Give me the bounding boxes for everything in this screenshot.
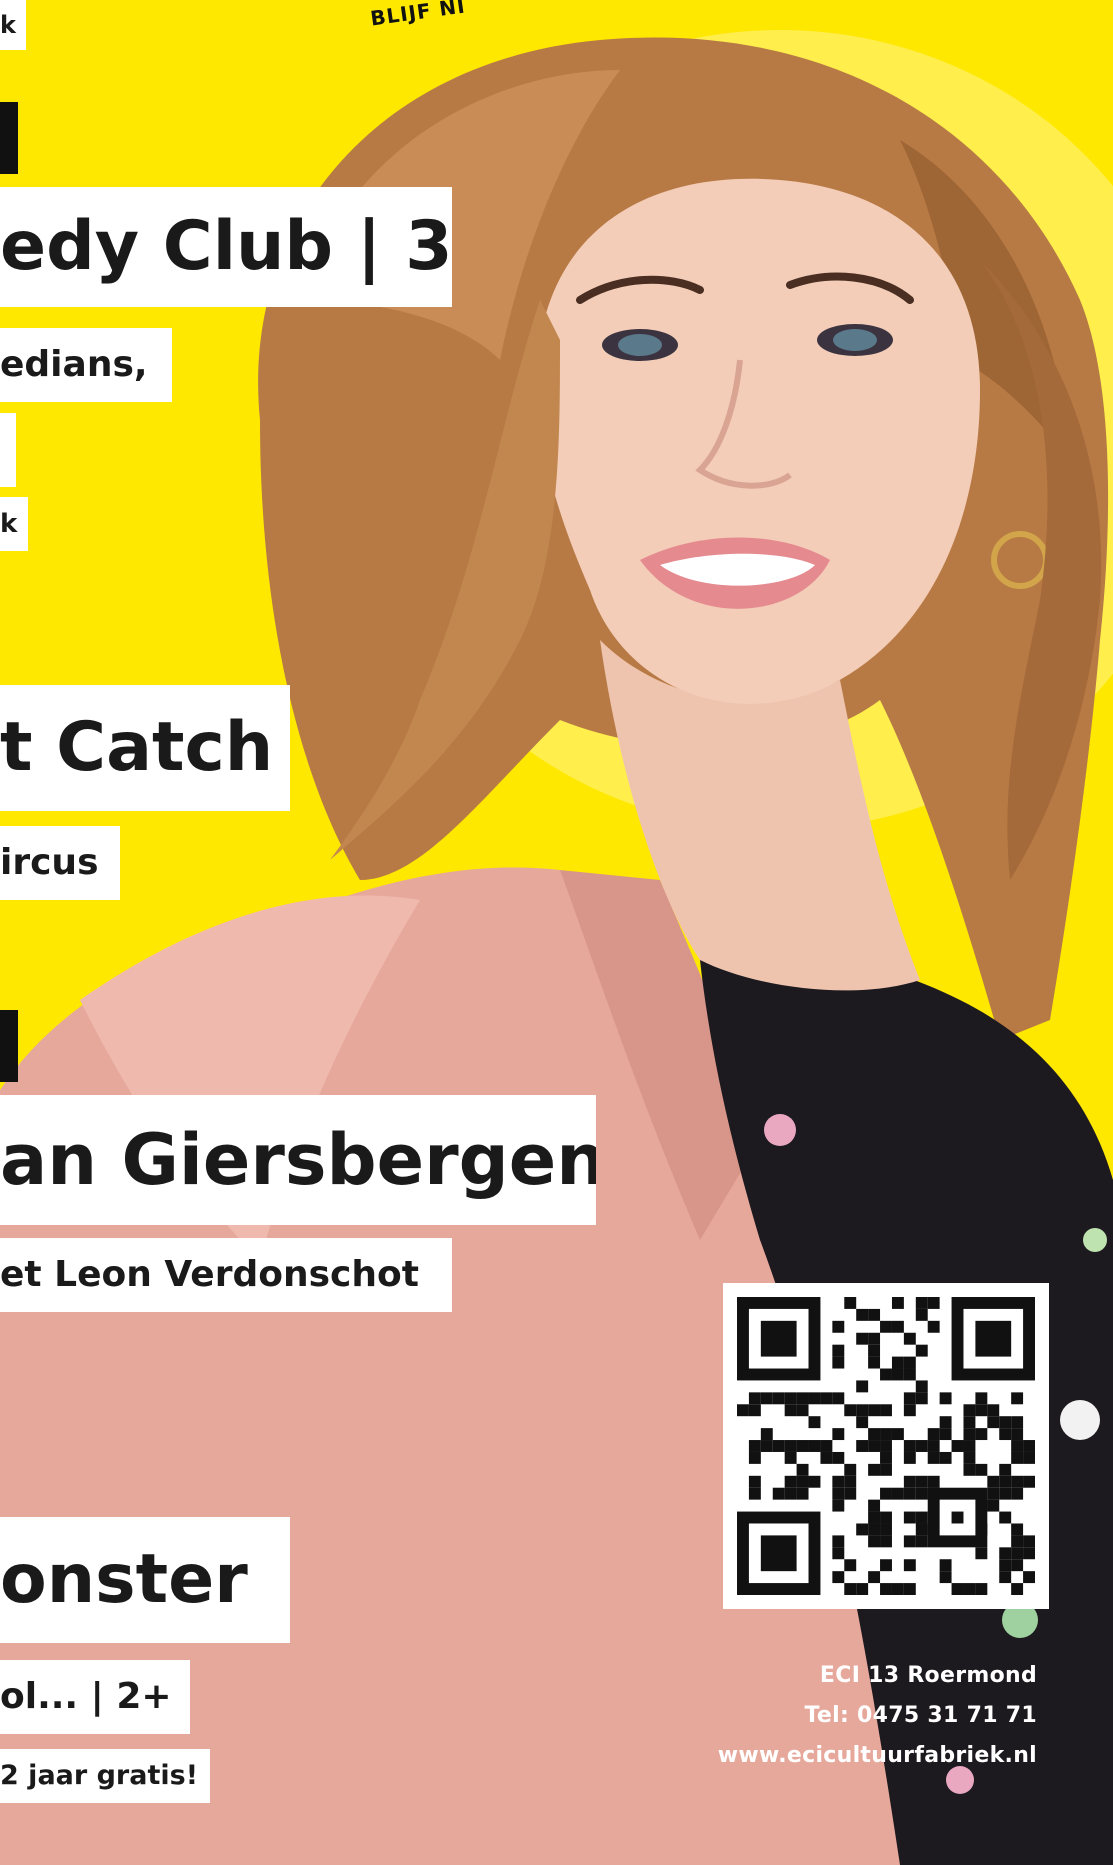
black-tag-2 xyxy=(0,1010,18,1082)
label-top-k: k xyxy=(0,0,26,50)
comedy-white-bar xyxy=(0,413,16,487)
contact-address: ECI 13 Roermond xyxy=(819,1663,1037,1688)
qr-code[interactable] xyxy=(723,1283,1049,1609)
comedy-title: edy Club | 3 xyxy=(0,187,452,307)
monster-note: 2 jaar gratis! xyxy=(0,1749,210,1803)
giersbergen-subtitle: et Leon Verdonschot xyxy=(0,1238,452,1312)
contact-website[interactable]: www.ecicultuurfabriek.nl xyxy=(718,1743,1037,1768)
black-tag-1 xyxy=(0,102,18,174)
contact-phone: Tel: 0475 31 71 71 xyxy=(804,1703,1037,1728)
giersbergen-title: an Giersbergen xyxy=(0,1095,596,1225)
monster-title: onster xyxy=(0,1517,290,1643)
comedy-subtitle: edians, xyxy=(0,328,172,402)
qr-code-icon xyxy=(737,1297,1035,1595)
monster-subtitle: ol... | 2+ xyxy=(0,1660,190,1734)
comedy-k: k xyxy=(0,497,28,551)
catch-subtitle: ircus xyxy=(0,826,120,900)
catch-title: t Catch xyxy=(0,685,290,811)
